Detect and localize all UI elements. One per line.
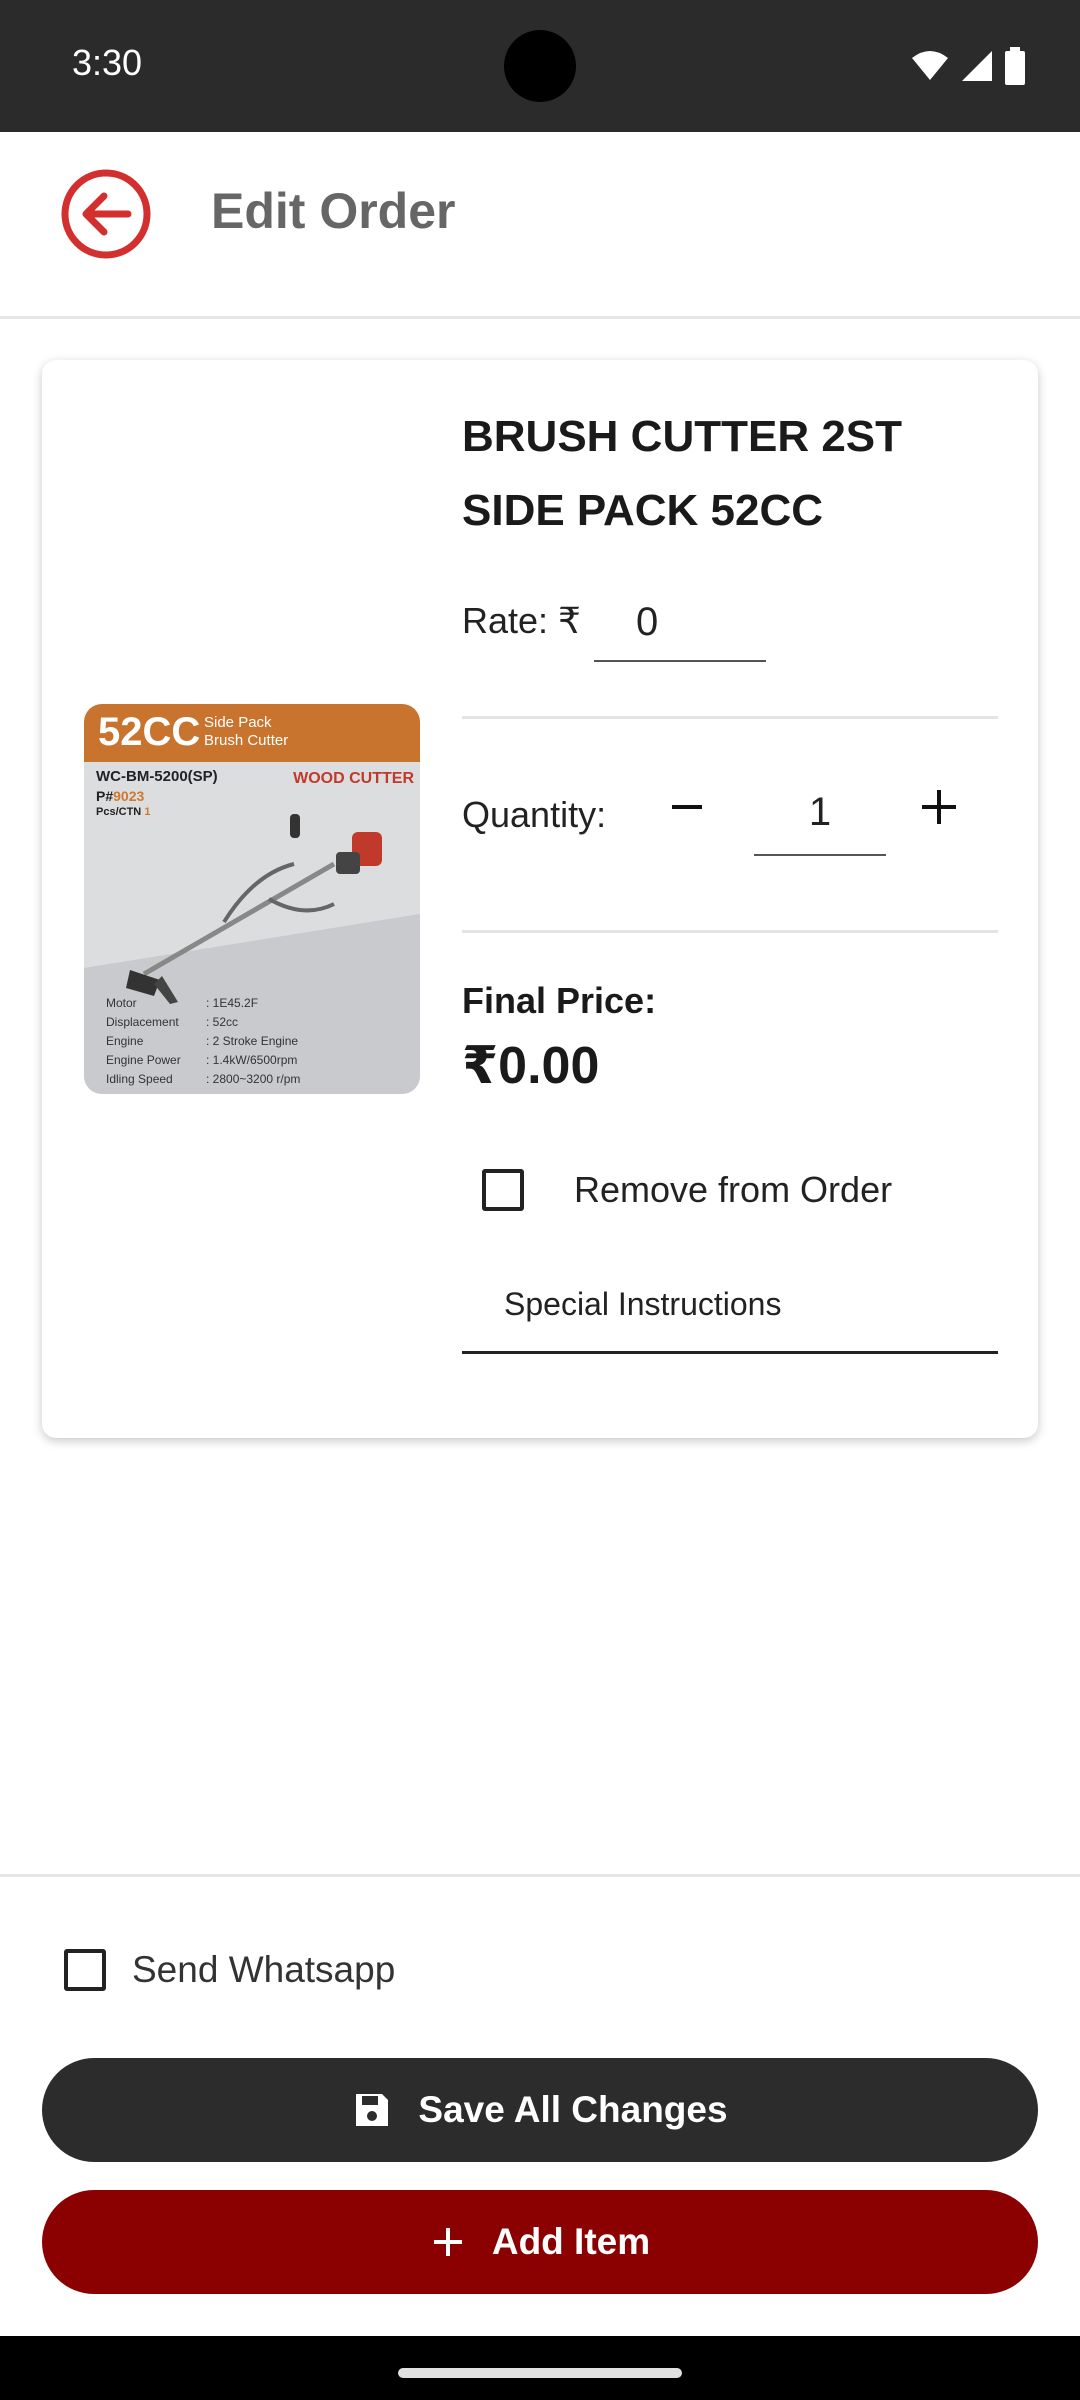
app-bar: Edit Order [0, 132, 1080, 319]
wifi-icon [912, 51, 948, 80]
whatsapp-checkbox-box[interactable] [64, 1949, 106, 1991]
final-price-value: ₹0.00 [462, 1037, 600, 1095]
spec-key: Displacement [106, 1015, 179, 1029]
add-item-button[interactable]: Add Item [42, 2190, 1038, 2294]
add-item-label: Add Item [491, 2221, 651, 2262]
spec-key: Motor [106, 996, 137, 1010]
rate-input[interactable]: 0 [594, 582, 766, 662]
spec-value: : 52cc [206, 1015, 239, 1029]
send-whatsapp-label: Send Whatsapp [132, 1949, 396, 1990]
status-bar: 3:30 [0, 0, 1080, 132]
save-all-changes-label: Save All Changes [418, 2089, 728, 2130]
remove-checkbox-box[interactable] [482, 1169, 524, 1211]
product-image-model: WC-BM-5200(SP) [96, 768, 218, 785]
signal-icon [962, 51, 992, 81]
special-instructions-field[interactable]: Special Instructions [462, 1266, 998, 1354]
battery-icon [1005, 47, 1025, 85]
spec-value: : 2800~3200 r/pm [206, 1072, 301, 1086]
spec-row: Engine : 2 Stroke Engine [106, 1032, 300, 1051]
spec-row: Motor : 1E45.2F [106, 994, 300, 1013]
send-whatsapp-checkbox[interactable]: Send Whatsapp [64, 1940, 395, 2000]
product-image: 52CC Side Pack Brush Cutter WC-BM-5200(S… [84, 704, 420, 1094]
back-arrow-icon [61, 169, 151, 259]
brush-cutter-illustration [126, 814, 382, 1004]
remove-from-order-label: Remove from Order [574, 1169, 893, 1210]
plus-icon [430, 2224, 466, 2260]
page-title: Edit Order [211, 183, 456, 239]
spec-row: Idling Speed : 2800~3200 r/pm [106, 1070, 300, 1089]
rate-label: Rate: ₹ [462, 600, 581, 641]
special-instructions-label: Special Instructions [504, 1286, 782, 1322]
product-image-brand: WOOD CUTTER [293, 770, 414, 787]
part-prefix: P# [96, 788, 114, 804]
footer-divider [0, 1874, 1080, 1877]
back-button[interactable] [58, 166, 154, 262]
part-number: 9023 [113, 788, 145, 804]
product-image-capacity: 52CC [98, 710, 201, 754]
spec-row: Displacement : 52cc [106, 1013, 300, 1032]
order-item-card: 52CC Side Pack Brush Cutter WC-BM-5200(S… [42, 360, 1038, 1438]
camera-cutout [504, 30, 576, 102]
minus-icon [672, 805, 702, 809]
product-image-subtitle-line2: Brush Cutter [204, 732, 289, 749]
divider [462, 716, 998, 719]
home-gesture-handle[interactable] [398, 2368, 682, 2378]
save-icon [352, 2090, 392, 2130]
plus-icon [922, 790, 956, 824]
product-image-subtitle-line1: Side Pack [204, 714, 272, 731]
remove-from-order-checkbox[interactable]: Remove from Order [482, 1160, 892, 1220]
product-name: BRUSH CUTTER 2ST SIDE PACK 52CC [462, 412, 903, 535]
increase-quantity-button[interactable] [910, 778, 968, 836]
product-image-specs: Motor : 1E45.2F Displacement : 52cc Engine… [106, 994, 300, 1089]
spec-row: Engine Power : 1.4kW/6500rpm [106, 1051, 300, 1070]
quantity-input[interactable]: 1 [754, 770, 886, 856]
status-time: 3:30 [72, 42, 143, 83]
quantity-label: Quantity: [462, 794, 607, 835]
spec-key: Engine [106, 1034, 144, 1048]
spec-key: Idling Speed [106, 1072, 173, 1086]
save-all-changes-button[interactable]: Save All Changes [42, 2058, 1038, 2162]
final-price-label: Final Price: [462, 980, 657, 1021]
status-icons [910, 46, 1026, 86]
spec-value: : 1.4kW/6500rpm [206, 1053, 298, 1067]
spec-value: : 2 Stroke Engine [206, 1034, 299, 1048]
decrease-quantity-button[interactable] [658, 778, 716, 836]
product-image-part: P#9023 [96, 788, 144, 804]
spec-value: : 1E45.2F [206, 996, 259, 1010]
spec-key: Engine Power [106, 1053, 181, 1067]
product-image-subtitle: Side Pack Brush Cutter [204, 714, 288, 750]
divider [462, 930, 998, 933]
